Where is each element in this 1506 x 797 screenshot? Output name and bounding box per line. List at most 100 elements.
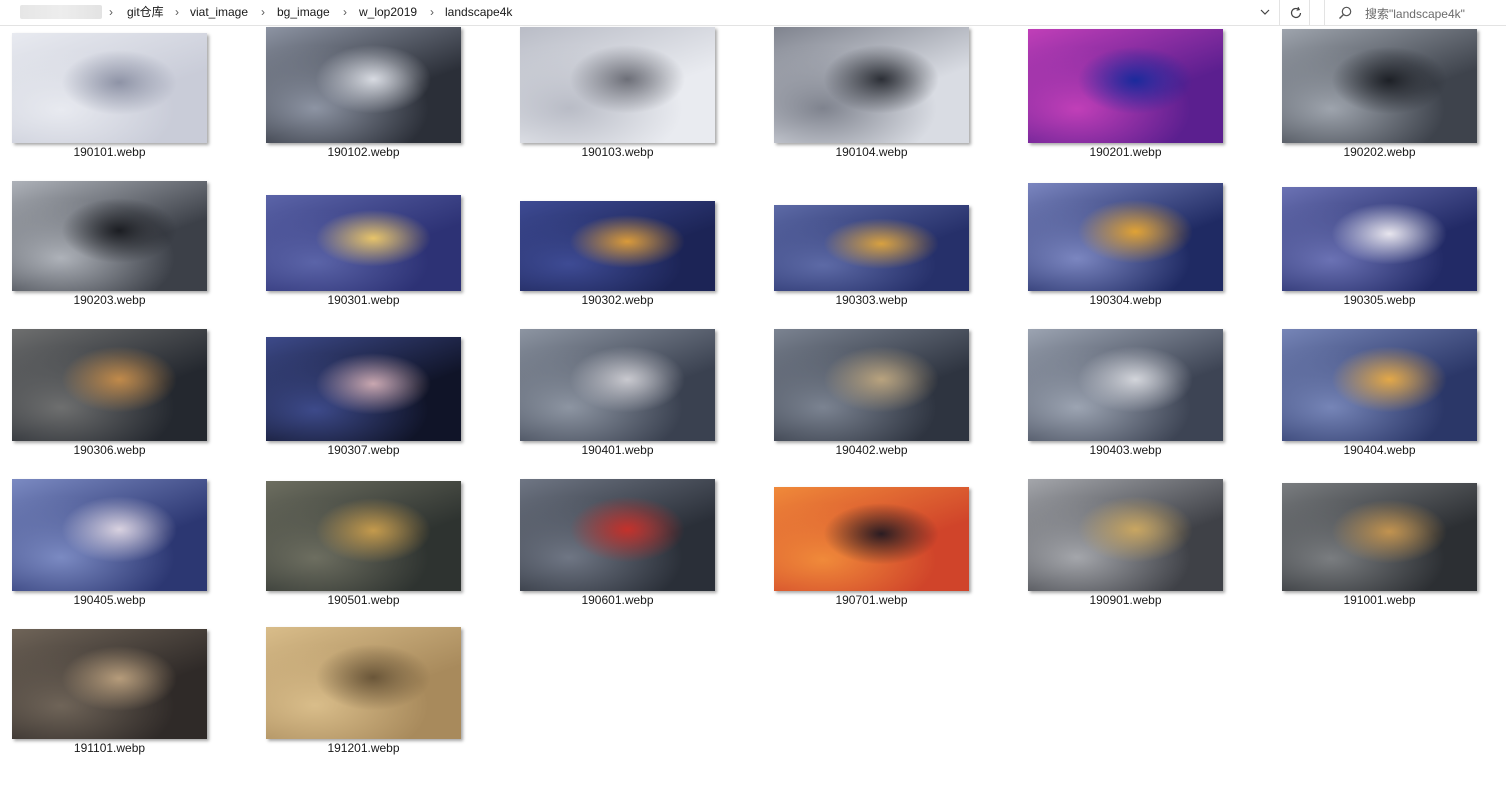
file-item[interactable]: 190203.webp: [12, 175, 242, 321]
image-thumbnail: [1028, 183, 1223, 291]
chevron-right-icon[interactable]: ›: [343, 4, 347, 20]
image-thumbnail: [774, 329, 969, 441]
file-name-label: 191101.webp: [73, 741, 146, 755]
search-box[interactable]: 搜索"landscape4k": [1324, 0, 1506, 26]
breadcrumb-item-bg-image[interactable]: bg_image: [277, 4, 330, 20]
image-thumbnail: [520, 27, 715, 143]
file-name-label: 190701.webp: [835, 593, 908, 607]
file-item[interactable]: 190501.webp: [266, 475, 496, 621]
file-item[interactable]: 190302.webp: [520, 175, 750, 321]
refresh-button[interactable]: [1282, 0, 1310, 26]
image-thumbnail: [1282, 187, 1477, 291]
file-item[interactable]: 190102.webp: [266, 27, 496, 173]
breadcrumb-item-git[interactable]: git仓库: [127, 4, 164, 20]
search-input[interactable]: 搜索"landscape4k": [1365, 5, 1465, 22]
thumbnail-frame: [774, 325, 1004, 443]
file-name-label: 190101.webp: [73, 145, 146, 159]
image-thumbnail: [12, 629, 207, 739]
thumbnail-frame: [774, 27, 1004, 145]
thumbnail-frame: [12, 623, 242, 741]
image-thumbnail: [266, 481, 461, 591]
chevron-right-icon[interactable]: ›: [261, 4, 265, 20]
thumbnail-frame: [12, 475, 242, 593]
thumbnail-frame: [774, 175, 1004, 293]
file-grid: 190101.webp 190102.webp 190103.webp 190104.…: [0, 27, 1506, 797]
address-bar[interactable]: › git仓库 › viat_image › bg_image › w_lop2…: [0, 0, 1280, 26]
file-item[interactable]: 190403.webp: [1028, 325, 1258, 471]
file-item[interactable]: 190701.webp: [774, 475, 1004, 621]
file-item[interactable]: 190901.webp: [1028, 475, 1258, 621]
image-thumbnail: [774, 27, 969, 143]
file-name-label: 190104.webp: [835, 145, 908, 159]
thumbnail-frame: [520, 175, 750, 293]
thumbnail-frame: [1028, 475, 1258, 593]
breadcrumb-item-landscape4k[interactable]: landscape4k: [445, 4, 512, 20]
file-item[interactable]: 190201.webp: [1028, 27, 1258, 173]
file-item[interactable]: 190103.webp: [520, 27, 750, 173]
file-name-label: 190501.webp: [327, 593, 400, 607]
search-icon: [1339, 6, 1352, 19]
thumbnail-frame: [12, 175, 242, 293]
file-name-label: 190302.webp: [581, 293, 654, 307]
image-thumbnail: [12, 479, 207, 591]
image-thumbnail: [520, 201, 715, 291]
image-thumbnail: [12, 181, 207, 291]
file-item[interactable]: 190104.webp: [774, 27, 1004, 173]
file-item[interactable]: 190401.webp: [520, 325, 750, 471]
breadcrumb-item-w-lop2019[interactable]: w_lop2019: [359, 4, 417, 20]
file-name-label: 190403.webp: [1089, 443, 1162, 457]
file-item[interactable]: 190601.webp: [520, 475, 750, 621]
file-name-label: 190303.webp: [835, 293, 908, 307]
thumbnail-frame: [520, 475, 750, 593]
file-item[interactable]: 190307.webp: [266, 325, 496, 471]
thumbnail-frame: [266, 475, 496, 593]
thumbnail-frame: [520, 325, 750, 443]
file-item[interactable]: 190304.webp: [1028, 175, 1258, 321]
thumbnail-frame: [266, 325, 496, 443]
file-item[interactable]: 191001.webp: [1282, 475, 1506, 621]
image-thumbnail: [774, 205, 969, 291]
file-item[interactable]: 190405.webp: [12, 475, 242, 621]
file-item[interactable]: 190101.webp: [12, 27, 242, 173]
file-item[interactable]: 190404.webp: [1282, 325, 1506, 471]
thumbnail-frame: [12, 27, 242, 145]
image-thumbnail: [1282, 29, 1477, 143]
thumbnail-frame: [266, 27, 496, 145]
file-item[interactable]: 190306.webp: [12, 325, 242, 471]
file-item[interactable]: 190305.webp: [1282, 175, 1506, 321]
file-item[interactable]: 190301.webp: [266, 175, 496, 321]
redacted-path-segment: [20, 5, 102, 19]
file-item[interactable]: 191101.webp: [12, 623, 242, 769]
image-thumbnail: [520, 329, 715, 441]
image-thumbnail: [1028, 479, 1223, 591]
file-name-label: 190404.webp: [1343, 443, 1416, 457]
image-thumbnail: [520, 479, 715, 591]
breadcrumb-item-viat-image[interactable]: viat_image: [190, 4, 248, 20]
thumbnail-frame: [266, 623, 496, 741]
file-item[interactable]: 190402.webp: [774, 325, 1004, 471]
file-name-label: 191201.webp: [327, 741, 400, 755]
image-thumbnail: [1028, 29, 1223, 143]
file-item[interactable]: 190303.webp: [774, 175, 1004, 321]
file-item[interactable]: 190202.webp: [1282, 27, 1506, 173]
file-name-label: 190401.webp: [581, 443, 654, 457]
file-item[interactable]: 191201.webp: [266, 623, 496, 769]
thumbnail-frame: [1028, 325, 1258, 443]
chevron-down-icon[interactable]: [1256, 2, 1274, 22]
thumbnail-frame: [1028, 175, 1258, 293]
file-name-label: 190402.webp: [835, 443, 908, 457]
chevron-right-icon[interactable]: ›: [109, 4, 113, 20]
file-name-label: 190901.webp: [1089, 593, 1162, 607]
address-toolbar: › git仓库 › viat_image › bg_image › w_lop2…: [0, 0, 1506, 26]
file-name-label: 190307.webp: [327, 443, 400, 457]
refresh-icon: [1290, 6, 1301, 19]
chevron-right-icon[interactable]: ›: [430, 4, 434, 20]
file-name-label: 190305.webp: [1343, 293, 1416, 307]
file-name-label: 190405.webp: [73, 593, 146, 607]
thumbnail-frame: [266, 175, 496, 293]
file-name-label: 190306.webp: [73, 443, 146, 457]
image-thumbnail: [12, 329, 207, 441]
image-thumbnail: [266, 337, 461, 441]
chevron-right-icon[interactable]: ›: [175, 4, 179, 20]
image-thumbnail: [266, 627, 461, 739]
